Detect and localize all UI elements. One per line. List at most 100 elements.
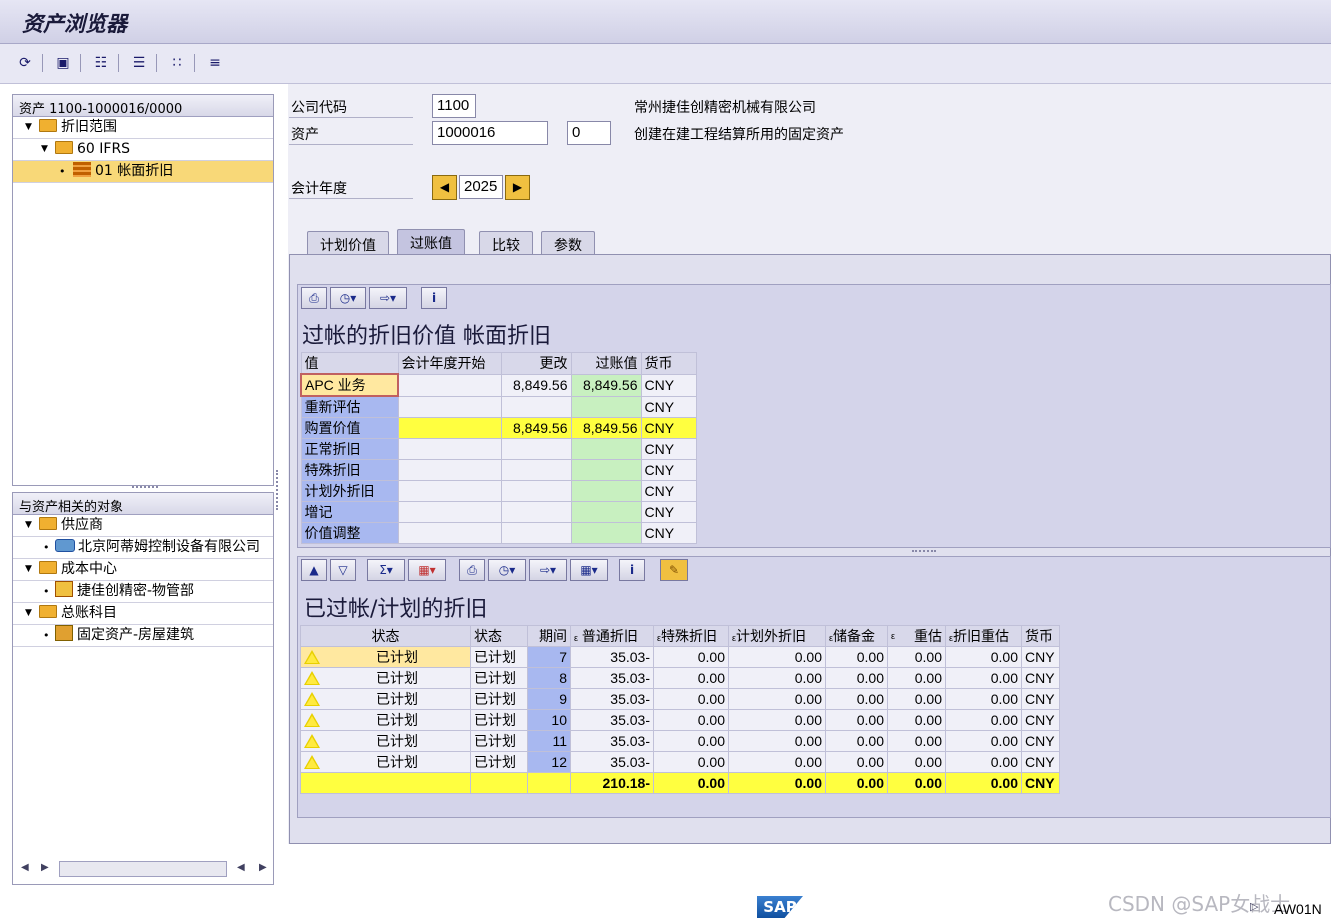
- collapse-icon[interactable]: ▼: [25, 559, 32, 580]
- cell[interactable]: [397, 480, 502, 502]
- export-menu-icon[interactable]: ⇨▾: [529, 559, 567, 581]
- column-header[interactable]: 计划外折旧: [736, 628, 806, 644]
- filter-icon[interactable]: ▽: [330, 559, 356, 581]
- tree-node-gl-item[interactable]: • 固定资产-房屋建筑: [13, 625, 273, 647]
- cell[interactable]: CNY: [640, 459, 697, 481]
- print-icon[interactable]: ⎙: [301, 287, 327, 309]
- tree-node-vendor[interactable]: ▼ 供应商: [13, 515, 273, 537]
- vertical-splitter[interactable]: [276, 470, 280, 510]
- tree-node-gl[interactable]: ▼ 总账科目: [13, 603, 273, 625]
- layout-menu-icon[interactable]: ▦▾: [570, 559, 608, 581]
- cell[interactable]: [570, 480, 642, 502]
- column-header[interactable]: 过账值: [570, 352, 642, 375]
- total-cell[interactable]: 0.00: [825, 772, 888, 794]
- cell[interactable]: CNY: [640, 395, 697, 418]
- cell[interactable]: 8,849.56: [570, 417, 642, 439]
- column-header[interactable]: 状态: [300, 625, 471, 647]
- cell[interactable]: 8,849.56: [500, 373, 572, 397]
- tab-parameters[interactable]: 参数: [541, 231, 595, 255]
- cell[interactable]: [500, 438, 572, 460]
- columns-icon[interactable]: ☰: [128, 52, 150, 74]
- column-header[interactable]: 会计年度开始: [397, 352, 502, 375]
- cell[interactable]: [397, 395, 502, 418]
- network-icon[interactable]: ∷: [166, 52, 188, 74]
- cell[interactable]: APC 业务: [300, 373, 399, 397]
- sort-ascending-icon[interactable]: ▲: [301, 559, 327, 581]
- cell[interactable]: [500, 459, 572, 481]
- info-icon[interactable]: i: [421, 287, 447, 309]
- horizontal-scrollbar[interactable]: ◀ ▶ ◀ ▶: [17, 859, 269, 879]
- cell[interactable]: 特殊折旧: [300, 459, 399, 481]
- export-menu-icon[interactable]: ⇨▾: [369, 287, 407, 309]
- note-icon[interactable]: ✎: [660, 559, 688, 581]
- column-header[interactable]: 货币: [640, 352, 697, 375]
- previous-year-button[interactable]: ◀: [432, 175, 457, 200]
- tree-node-depr-areas[interactable]: ▼ 折旧范围: [13, 117, 273, 139]
- total-cell[interactable]: 0.00: [653, 772, 729, 794]
- cell[interactable]: [500, 395, 572, 418]
- view-menu-icon[interactable]: ◷▾: [330, 287, 366, 309]
- collapse-icon[interactable]: ▼: [41, 139, 48, 160]
- cell[interactable]: CNY: [640, 373, 697, 397]
- cell[interactable]: [570, 522, 642, 544]
- cell[interactable]: [397, 459, 502, 481]
- collapse-icon[interactable]: ▼: [25, 603, 32, 624]
- column-header[interactable]: 特殊折旧: [661, 628, 717, 644]
- cell[interactable]: [397, 438, 502, 460]
- column-header[interactable]: 值: [300, 352, 399, 375]
- column-header[interactable]: 状态: [470, 625, 528, 647]
- cell[interactable]: [500, 480, 572, 502]
- asset-number-field[interactable]: 1000016: [432, 121, 548, 145]
- cell[interactable]: [570, 438, 642, 460]
- tree-node-vendor-item[interactable]: • 北京阿蒂姆控制设备有限公司: [13, 537, 273, 559]
- column-header[interactable]: 折旧重估: [953, 628, 1009, 644]
- cell[interactable]: [397, 373, 502, 397]
- column-header[interactable]: 储备金: [833, 628, 875, 644]
- cell[interactable]: 计划外折旧: [300, 480, 399, 502]
- refresh-icon[interactable]: ⟳: [14, 52, 36, 74]
- info-icon[interactable]: i: [619, 559, 645, 581]
- cell[interactable]: [397, 501, 502, 523]
- collapse-icon[interactable]: ▼: [25, 515, 32, 536]
- cell[interactable]: CNY: [640, 501, 697, 523]
- column-header[interactable]: 更改: [500, 352, 572, 375]
- cell[interactable]: 购置价值: [300, 417, 399, 439]
- hierarchy-icon[interactable]: ☷: [90, 52, 112, 74]
- tree-node-cost-center-item[interactable]: • 捷佳创精密-物管部: [13, 581, 273, 603]
- status-arrow-icon[interactable]: ▷: [1250, 900, 1258, 913]
- cell[interactable]: [397, 417, 502, 439]
- cell[interactable]: [570, 395, 642, 418]
- cell[interactable]: CNY: [640, 438, 697, 460]
- sum-menu-icon[interactable]: Σ▾: [367, 559, 405, 581]
- cell[interactable]: 8,849.56: [500, 417, 572, 439]
- tree-node-area-60[interactable]: ▼ 60 IFRS: [13, 139, 273, 161]
- save-icon[interactable]: ▣: [52, 52, 74, 74]
- cell[interactable]: CNY: [640, 417, 697, 439]
- cell[interactable]: 8,849.56: [570, 373, 642, 397]
- cell[interactable]: [500, 522, 572, 544]
- tab-posted-values[interactable]: 过账值: [397, 229, 465, 255]
- column-header[interactable]: 重估: [914, 627, 942, 646]
- tab-planned-values[interactable]: 计划价值: [307, 231, 389, 255]
- next-year-button[interactable]: ▶: [505, 175, 530, 200]
- fiscal-year-field[interactable]: 2025: [459, 175, 503, 199]
- cell[interactable]: [570, 459, 642, 481]
- tab-comparison[interactable]: 比较: [479, 231, 533, 255]
- column-header[interactable]: 普通折旧: [582, 628, 638, 644]
- cell[interactable]: 价值调整: [300, 522, 399, 544]
- cell[interactable]: [397, 522, 502, 544]
- column-header[interactable]: 货币: [1021, 625, 1060, 647]
- total-cell[interactable]: 0.00: [945, 772, 1022, 794]
- cell[interactable]: CNY: [640, 522, 697, 544]
- column-header[interactable]: 期间: [527, 625, 571, 647]
- cell[interactable]: 增记: [300, 501, 399, 523]
- cell[interactable]: [500, 501, 572, 523]
- print-icon[interactable]: ⎙: [459, 559, 485, 581]
- total-cell[interactable]: 0.00: [728, 772, 826, 794]
- sub-number-field[interactable]: 0: [567, 121, 611, 145]
- cell[interactable]: 正常折旧: [300, 438, 399, 460]
- total-cell[interactable]: 0.00: [887, 772, 946, 794]
- total-cell[interactable]: 210.18-: [570, 772, 654, 794]
- list-icon[interactable]: ≡: [204, 52, 226, 74]
- cell[interactable]: CNY: [640, 480, 697, 502]
